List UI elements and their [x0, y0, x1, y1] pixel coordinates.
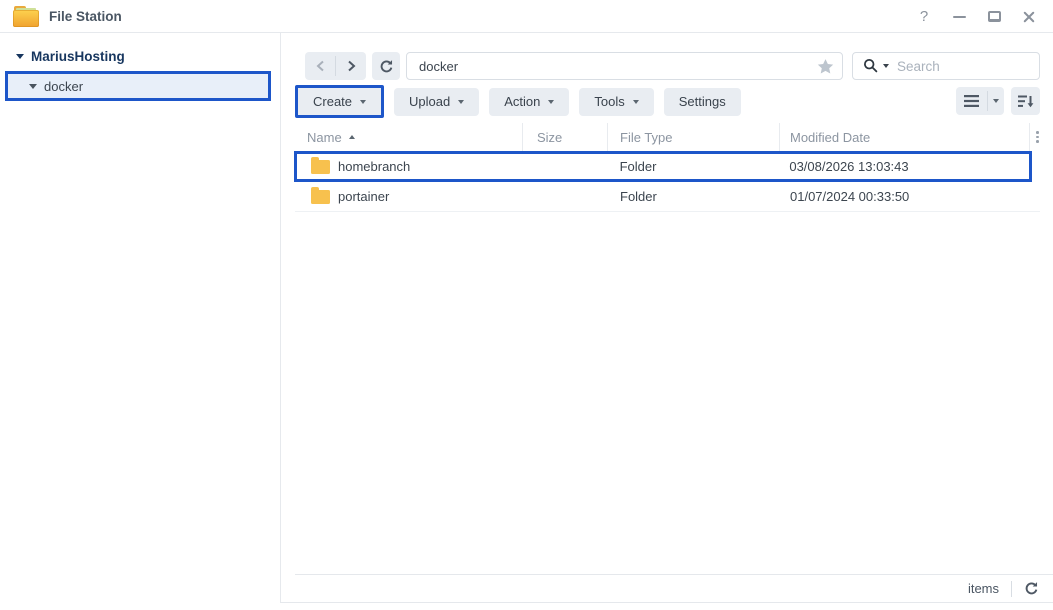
- status-bar: items: [295, 574, 1053, 602]
- close-icon[interactable]: [1022, 10, 1036, 24]
- action-button[interactable]: Action: [489, 87, 570, 116]
- chevron-down-icon: [360, 99, 367, 104]
- column-label: File Type: [620, 129, 673, 145]
- refresh-list-icon[interactable]: [1024, 581, 1039, 596]
- items-count-label: items: [967, 581, 999, 596]
- chevron-down-icon: [458, 99, 465, 104]
- modified-date: 03/08/2026 13:03:43: [789, 159, 909, 174]
- column-label: Size: [537, 129, 563, 145]
- folder-icon: [311, 186, 330, 204]
- bottom-border: [280, 602, 1053, 603]
- upload-button[interactable]: Upload: [394, 87, 480, 116]
- list-view-icon: [964, 95, 979, 107]
- favorite-star-icon[interactable]: [817, 58, 834, 75]
- file-type: Folder: [619, 159, 657, 174]
- column-options-button[interactable]: [1030, 123, 1045, 151]
- sidebar-item-mariushosting[interactable]: MariusHosting: [16, 49, 125, 64]
- settings-button-label: Settings: [678, 94, 726, 109]
- file-name: homebranch: [338, 159, 411, 174]
- upload-button-label: Upload: [409, 94, 451, 109]
- search-filter-dropdown[interactable]: [863, 58, 889, 74]
- column-header-name[interactable]: Name: [295, 123, 523, 151]
- modified-date: 01/07/2024 00:33:50: [790, 189, 910, 204]
- window-title: File Station: [49, 8, 122, 24]
- maximize-icon[interactable]: [987, 10, 1001, 24]
- chevron-down-icon: [29, 83, 37, 89]
- folder-icon: [311, 156, 330, 174]
- table-row-homebranch[interactable]: homebranch Folder 03/08/2026 13:03:43: [294, 151, 1032, 182]
- toolbar: Create Upload Action Tools Settings: [295, 85, 741, 118]
- column-header-modified-date[interactable]: Modified Date: [780, 123, 1030, 151]
- chevron-down-icon: [632, 99, 639, 104]
- chevron-right-icon: [347, 60, 355, 72]
- minimize-icon[interactable]: [952, 10, 966, 24]
- search-icon: [863, 58, 878, 73]
- titlebar: File Station ?: [0, 0, 1053, 33]
- back-button[interactable]: [305, 52, 335, 80]
- column-header-size[interactable]: Size: [523, 123, 608, 151]
- search-box: [852, 52, 1040, 80]
- tools-button[interactable]: Tools: [579, 87, 654, 116]
- chevron-down-icon: [16, 54, 24, 59]
- settings-button[interactable]: Settings: [663, 87, 741, 116]
- create-button[interactable]: Create: [295, 85, 385, 118]
- search-input[interactable]: [889, 58, 1039, 74]
- table-row-portainer[interactable]: portainer Folder 01/07/2024 00:33:50: [295, 182, 1040, 212]
- sort-button[interactable]: [1011, 87, 1040, 115]
- sidebar-item-label: docker: [44, 78, 84, 94]
- window-controls: ?: [917, 0, 1036, 33]
- refresh-icon: [380, 59, 392, 72]
- table-header: Name Size File Type Modified Date: [295, 123, 1045, 151]
- chevron-down-icon: [548, 99, 555, 104]
- action-button-label: Action: [504, 94, 541, 109]
- file-name: portainer: [338, 189, 390, 204]
- chevron-left-icon: [316, 60, 324, 72]
- sort-ascending-icon: [348, 135, 355, 139]
- file-station-app-icon: [13, 5, 39, 27]
- refresh-button[interactable]: [372, 52, 400, 80]
- sort-icon: [1017, 95, 1033, 107]
- sidebar-root-label: MariusHosting: [31, 49, 125, 64]
- view-mode-button[interactable]: [956, 87, 1004, 115]
- column-label: Modified Date: [790, 129, 871, 145]
- status-divider: [1011, 580, 1012, 597]
- column-header-file-type[interactable]: File Type: [608, 123, 780, 151]
- path-input[interactable]: [407, 58, 817, 74]
- tools-button-label: Tools: [594, 94, 625, 109]
- create-button-label: Create: [313, 94, 353, 109]
- sidebar-divider: [280, 33, 281, 602]
- path-bar: [406, 52, 843, 80]
- view-mode-dropdown[interactable]: [988, 99, 1004, 103]
- chevron-down-icon: [993, 99, 999, 103]
- help-icon[interactable]: ?: [917, 8, 931, 25]
- history-nav-group: [305, 52, 366, 80]
- forward-button[interactable]: [336, 52, 366, 80]
- ellipsis-vertical-icon: [1036, 131, 1039, 143]
- column-label: Name: [307, 129, 342, 145]
- file-type: Folder: [620, 189, 657, 204]
- sidebar-item-docker[interactable]: docker: [5, 71, 271, 101]
